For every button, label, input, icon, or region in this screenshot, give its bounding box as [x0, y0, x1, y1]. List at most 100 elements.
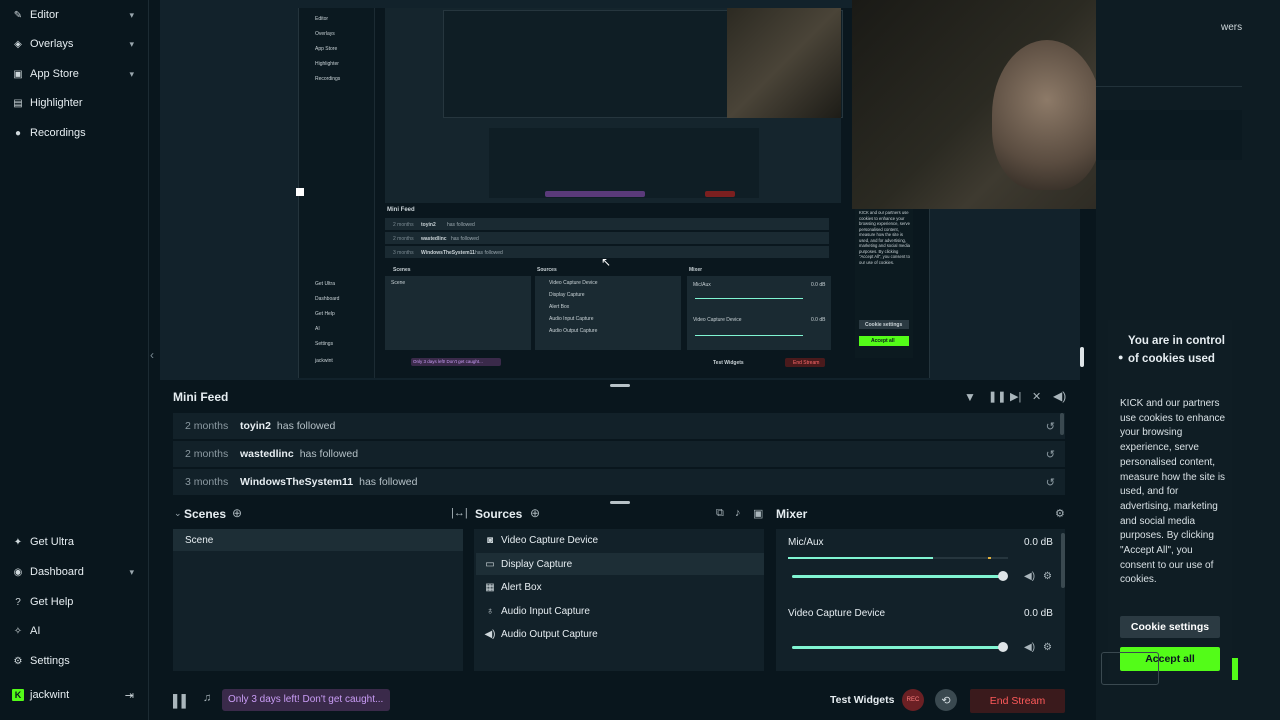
sidebar-item-editor[interactable]: ✎ Editor ▾ [0, 1, 148, 29]
promo-banner[interactable]: Only 3 days left! Don't get caught... [222, 689, 390, 711]
collapse-scenes-icon[interactable]: ⌄ [174, 508, 182, 519]
end-stream-button[interactable]: End Stream [970, 689, 1065, 713]
sidebar-item-get-ultra[interactable]: ✦ Get Ultra [0, 528, 148, 556]
nested-promo [545, 191, 645, 197]
add-scene-icon[interactable]: ⊕ [232, 506, 242, 520]
sidebar-item-highlighter[interactable]: ▤ Highlighter [0, 89, 148, 117]
right-panel-resize-handle[interactable] [1080, 347, 1084, 367]
sidebar-item-label: Get Ultra [30, 536, 75, 548]
sidebar-item-recordings[interactable]: ● Recordings [0, 119, 148, 147]
nested-promo-text: Only 3 days left! Don't get caught... [413, 359, 483, 364]
collapse-sidebar-icon[interactable]: ‹ [150, 348, 154, 362]
scene-label: Scene [185, 535, 214, 546]
nested-canvas [385, 8, 843, 203]
mute-notifications-icon[interactable]: ✕ [1032, 390, 1041, 403]
source-item[interactable]: ▭ Display Capture [476, 553, 764, 575]
sidebar-item-ai[interactable]: ✧ AI [0, 617, 148, 645]
source-item[interactable]: ◀) Audio Output Capture [476, 623, 764, 645]
audio-mute-icon[interactable]: ♪ [735, 507, 741, 519]
chevron-down-icon[interactable]: ▾ [129, 567, 134, 578]
viewers-label-fragment: wers [1221, 22, 1243, 33]
source-selection-icon[interactable]: ⧉ [716, 507, 724, 520]
bell-icon[interactable]: ♫ [203, 692, 211, 704]
volume-icon[interactable]: ◀) [1024, 571, 1035, 582]
cookie-settings-label: Cookie settings [1130, 621, 1210, 633]
nested-source-item: Display Capture [549, 292, 585, 298]
volume-slider-knob[interactable] [998, 571, 1008, 581]
volume-icon[interactable]: ◀) [1053, 389, 1066, 403]
sidebar-item-overlays[interactable]: ◈ Overlays ▾ [0, 30, 148, 58]
sidebar-item-settings[interactable]: ⚙ Settings [0, 647, 148, 675]
sidebar-item-get-help[interactable]: ? Get Help [0, 588, 148, 616]
scene-item[interactable]: Scene [173, 529, 463, 551]
replay-icon[interactable]: ↺ [1046, 476, 1055, 489]
nested-mixer-channel: Mic/Aux [693, 282, 711, 288]
folder-add-icon[interactable]: ▣ [753, 507, 763, 520]
feed-time: 2 months [185, 420, 229, 432]
chevron-down-icon[interactable]: ▾ [129, 39, 134, 50]
user-profile[interactable]: K jackwint ⇥ [0, 681, 148, 709]
mixer-scrollbar[interactable] [1061, 533, 1065, 588]
sidebar-item-app-store[interactable]: ▣ App Store ▾ [0, 60, 148, 88]
source-label: Audio Input Capture [501, 605, 590, 617]
nested-nav-item: App Store [315, 46, 338, 52]
cookie-outline-fragment [1101, 652, 1159, 685]
resize-handle[interactable] [296, 188, 304, 196]
logout-icon[interactable]: ⇥ [125, 689, 134, 702]
nested-scenes-panel [385, 276, 531, 350]
replay-icon[interactable]: ↺ [1046, 448, 1055, 461]
feed-row: 2 months wastedlinc has followed ↺ [173, 441, 1065, 467]
mixer-panel [776, 529, 1065, 671]
source-item[interactable]: ▦ Alert Box [476, 576, 764, 598]
nested-nav-item: Highlighter [315, 61, 339, 67]
pause-icon[interactable]: ❚❚ [988, 390, 1006, 403]
monitor-icon: ▭ [485, 558, 495, 570]
cookie-settings-button[interactable]: Cookie settings [1120, 616, 1220, 638]
feed-row: 3 months WindowsTheSystem11 has followed… [173, 469, 1065, 495]
record-button[interactable]: REC [902, 689, 924, 711]
test-widgets-button[interactable]: Test Widgets [830, 694, 894, 706]
gear-icon[interactable]: ⚙ [1043, 571, 1052, 582]
divider [1096, 86, 1242, 87]
level-meter-fill [788, 557, 933, 559]
dashboard-icon: ◉ [13, 566, 23, 578]
nested-cookie-panel: KICK and our partners use cookies to enh… [855, 208, 913, 358]
source-label: Display Capture [501, 558, 573, 570]
source-item[interactable]: ◙ Video Capture Device [476, 529, 764, 551]
promo-text: Only 3 days left! Don't get caught... [228, 694, 384, 705]
nested-nav-item: Recordings [315, 76, 341, 82]
nested-feed-event: has followed [475, 250, 503, 256]
right-panel-section [1096, 110, 1242, 160]
source-item[interactable]: ♁ Audio Input Capture [476, 600, 764, 622]
chevron-down-icon[interactable]: ▾ [129, 10, 134, 21]
nested-sidebar: Editor Overlays App Store Highlighter Re… [299, 8, 375, 378]
chevron-down-icon[interactable]: ▾ [129, 69, 134, 80]
nested-feed-user: toyin2 [421, 222, 436, 228]
sidebar: ✎ Editor ▾ ◈ Overlays ▾ ▣ App Store ▾ ▤ … [0, 0, 149, 720]
nested-nav-item: Get Ultra [315, 281, 336, 287]
feed-scrollbar[interactable] [1060, 413, 1064, 435]
panel-resize-handle[interactable] [610, 501, 630, 504]
replay-buffer-icon[interactable]: ⟲ [935, 689, 957, 711]
stats-icon[interactable]: ▌▌ [173, 694, 190, 708]
scene-transitions-icon[interactable]: |↔| [451, 507, 468, 519]
record-icon: ● [14, 127, 22, 139]
volume-slider-knob[interactable] [998, 642, 1008, 652]
nested-feed-time: 3 months [393, 250, 414, 256]
gear-icon[interactable]: ⚙ [1055, 507, 1065, 520]
stream-preview[interactable]: Editor Overlays App Store Highlighter Re… [296, 8, 930, 378]
nested-source-item: Audio Input Capture [549, 316, 594, 322]
volume-icon[interactable]: ◀) [1024, 642, 1035, 653]
replay-icon[interactable]: ↺ [1046, 420, 1055, 433]
add-source-icon[interactable]: ⊕ [530, 506, 540, 520]
gear-icon[interactable]: ⚙ [1043, 642, 1052, 653]
filter-icon[interactable]: ▼ [964, 390, 976, 404]
nested-feed-user: WindowsTheSystem11 [421, 250, 475, 256]
nested-scene-item: Scene [391, 280, 406, 286]
nested-sources-panel [535, 276, 681, 350]
username: jackwint [30, 689, 70, 701]
mixer-channel-name: Video Capture Device [788, 608, 886, 619]
skip-icon[interactable]: ▶| [1010, 390, 1021, 403]
panel-resize-handle[interactable] [610, 384, 630, 387]
sidebar-item-dashboard[interactable]: ◉ Dashboard ▾ [0, 558, 148, 586]
